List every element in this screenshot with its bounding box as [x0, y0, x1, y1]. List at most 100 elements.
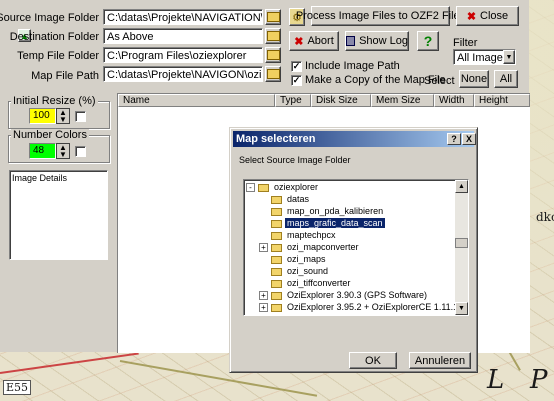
folder-icon	[271, 303, 282, 312]
initial-resize-input[interactable]: 100	[29, 108, 56, 124]
folder-icon	[266, 12, 280, 22]
tree-item-label: oziexplorer 3.95.4a+key+util	[285, 314, 402, 315]
make-copy-checkbox[interactable]: ✓	[291, 75, 302, 86]
column-header-name[interactable]: Name	[118, 94, 275, 107]
folder-icon	[271, 231, 282, 240]
dialog-prompt: Select Source Image Folder	[239, 155, 351, 165]
tree-item[interactable]: ozi_sound	[271, 265, 330, 277]
folder-browse-dialog: Map selecteren ? X Select Source Image F…	[229, 127, 478, 373]
select-none-button[interactable]: None	[459, 70, 489, 88]
image-details-title: Image Details	[12, 173, 68, 183]
show-log-button[interactable]: Show Log	[345, 31, 409, 51]
map-road-label: E55	[3, 380, 32, 395]
folder-icon	[258, 183, 269, 192]
tree-item-label: datas	[287, 194, 310, 204]
initial-resize-title: Initial Resize (%)	[11, 95, 98, 107]
tree-item[interactable]: maps_grafic_data_scan	[271, 217, 385, 229]
spinner-arrows-icon: ▲ ▼	[59, 143, 67, 159]
tree-item[interactable]: map_on_pda_kalibieren	[271, 205, 385, 217]
show-log-label: Show Log	[359, 35, 408, 47]
help-button[interactable]: ?	[417, 31, 439, 51]
spinner-arrows-icon: ▲ ▼	[59, 108, 67, 124]
temp-folder-input[interactable]: C:\Program Files\oziexplorer	[103, 47, 263, 63]
tree-item-label: oziexplorer	[274, 182, 319, 192]
tree-item-label: OziExplorer 3.90.3 (GPS Software)	[287, 290, 428, 300]
tree-item[interactable]: ozi_tiffconverter	[271, 277, 352, 289]
abort-button[interactable]: ✖ Abort	[289, 31, 339, 51]
initial-resize-checkbox[interactable]	[75, 111, 86, 122]
dialog-help-button[interactable]: ?	[447, 133, 461, 145]
expand-icon[interactable]: +	[259, 291, 268, 300]
folder-icon	[266, 50, 280, 60]
map-file-input[interactable]: C:\datas\Projekte\NAVIGON\oziexplorer\c	[103, 66, 263, 82]
select-all-button[interactable]: All	[494, 70, 518, 88]
number-colors-checkbox[interactable]	[75, 146, 86, 157]
tree-item[interactable]: datas	[271, 193, 311, 205]
expand-icon[interactable]: +	[259, 315, 268, 316]
map-label: P	[530, 365, 548, 395]
include-image-path-checkbox[interactable]: ✓	[291, 61, 302, 72]
tree-item[interactable]: oziexplorer	[258, 181, 320, 193]
filter-select-value: All Images	[457, 52, 509, 64]
chevron-down-icon: ▼	[505, 53, 513, 61]
folder-icon	[271, 291, 282, 300]
include-image-path-label: Include Image Path	[305, 60, 400, 72]
expand-icon[interactable]: +	[259, 243, 268, 252]
column-header-type[interactable]: Type	[275, 94, 311, 107]
temp-folder-label: Temp File Folder	[17, 50, 99, 62]
dialog-title-bar: Map selecteren ? X	[233, 131, 476, 147]
scroll-up-button[interactable]: ▲	[455, 180, 468, 193]
column-header-mem-size[interactable]: Mem Size	[371, 94, 434, 107]
browse-temp-button[interactable]	[265, 47, 281, 63]
tree-item-label: maptechpcx	[287, 230, 336, 240]
column-header-height[interactable]: Height	[474, 94, 530, 107]
log-icon	[346, 36, 356, 46]
tree-scrollbar[interactable]: ▲ ▼	[455, 180, 468, 315]
map-label: L	[487, 365, 505, 395]
cancel-button[interactable]: Annuleren	[409, 352, 471, 369]
tree-item-label: map_on_pda_kalibieren	[287, 206, 384, 216]
column-header-disk-size[interactable]: Disk Size	[311, 94, 371, 107]
scroll-down-button[interactable]: ▼	[455, 302, 468, 315]
browse-source-button[interactable]	[265, 9, 281, 25]
tree-item[interactable]: OziExplorer 3.90.3 (GPS Software)	[271, 289, 429, 301]
tree-item-label: OziExplorer 3.95.2 + OziExplorerCE 1.11.…	[287, 302, 459, 312]
folder-tree[interactable]: oziexplorer - datas map_on_pda_kalibieren ma…	[243, 179, 469, 316]
tree-item[interactable]: maptechpcx	[271, 229, 338, 241]
filter-dropdown-button[interactable]: ▼	[503, 50, 515, 64]
source-folder-input[interactable]: C:\datas\Projekte\NAVIGATION\oziexplorer	[103, 9, 263, 25]
map-file-label: Map File Path	[31, 70, 99, 82]
number-colors-spinner[interactable]: ▲ ▼	[56, 143, 70, 159]
tree-item[interactable]: ozi_mapconverter	[271, 241, 361, 253]
ok-button[interactable]: OK	[349, 352, 397, 369]
dialog-title: Map selecteren	[236, 133, 316, 145]
close-button[interactable]: ✖ Close	[456, 6, 519, 26]
destination-folder-input[interactable]: As Above	[103, 28, 263, 44]
abort-icon: ✖	[294, 35, 304, 48]
expand-icon[interactable]: +	[259, 303, 268, 312]
initial-resize-spinner[interactable]: ▲ ▼	[56, 108, 70, 124]
folder-icon	[271, 195, 282, 204]
browse-destination-button[interactable]	[265, 28, 281, 44]
process-button[interactable]: Process Image Files to OZF2 Files	[296, 6, 465, 26]
map-label: dko	[536, 210, 554, 224]
folder-icon	[271, 243, 282, 252]
scroll-thumb[interactable]	[455, 238, 468, 248]
number-colors-title: Number Colors	[11, 129, 89, 141]
collapse-icon[interactable]: -	[246, 183, 255, 192]
chevron-up-icon: ▲	[458, 183, 465, 190]
folder-icon	[266, 31, 280, 41]
column-header-width[interactable]: Width	[434, 94, 474, 107]
map-road	[0, 352, 139, 374]
tree-item[interactable]: ozi_maps	[271, 253, 328, 265]
filter-label: Filter	[453, 37, 478, 49]
tree-item[interactable]: OziExplorer 3.95.2 + OziExplorerCE 1.11.…	[271, 301, 460, 313]
dialog-close-button[interactable]: X	[462, 133, 476, 145]
folder-icon	[271, 279, 282, 288]
image-details-panel: Image Details	[9, 170, 108, 260]
close-label: Close	[480, 10, 509, 22]
browse-map-button[interactable]	[265, 66, 281, 82]
source-folder-label: Source Image Folder	[0, 12, 99, 24]
tree-item[interactable]: oziexplorer 3.95.4a+key+util	[271, 313, 402, 315]
number-colors-input[interactable]: 48	[29, 143, 56, 159]
